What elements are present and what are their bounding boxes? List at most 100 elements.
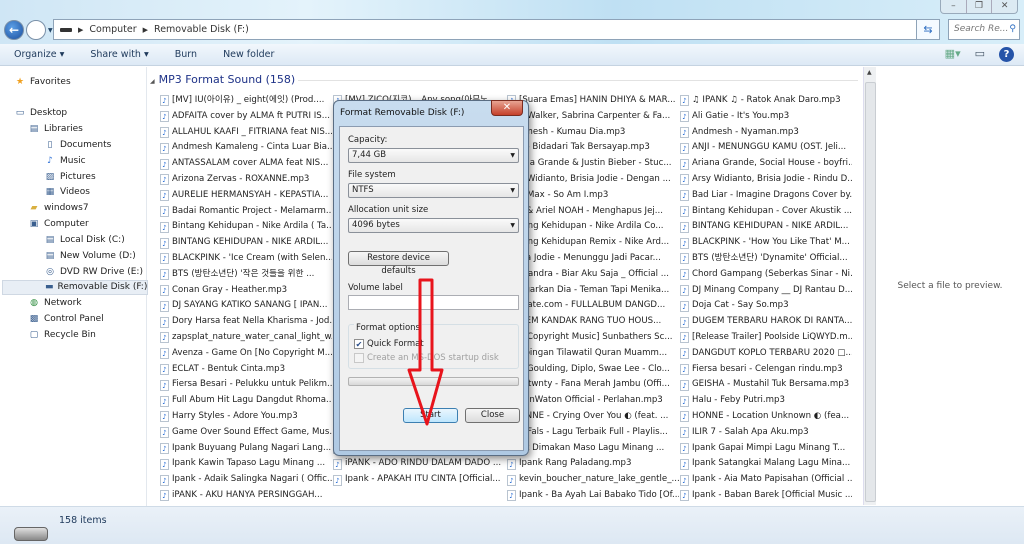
new-folder-button[interactable]: New folder	[223, 49, 274, 60]
file-item[interactable]: ♪ Full Abum Hit Lagu Dangdut Rhoma...	[160, 393, 332, 409]
file-item[interactable]: ♪nk Dimakan Maso Lagu Minang ...	[507, 441, 679, 457]
start-button[interactable]: Start	[403, 408, 458, 423]
file-item[interactable]: ♪dmesh - Kumau Dia.mp3	[507, 125, 679, 141]
maximize-button[interactable]: ❐	[965, 0, 992, 13]
file-item[interactable]: ♪ Ipank - Aia Mato Papisahan (Official ..…	[680, 472, 852, 488]
sidebar-item-recycle-bin[interactable]: ▢ Recycle Bin	[28, 328, 96, 343]
file-item[interactable]: ♪ Avenza - Game On [No Copyright M...	[160, 346, 332, 362]
back-button[interactable]: ←	[4, 20, 24, 40]
file-item[interactable]: ♪yonWaton Official - Perlahan.mp3	[507, 393, 679, 409]
sidebar-item-documents[interactable]: ▯ Documents	[44, 138, 112, 153]
file-item[interactable]: ♪ Arsy Widianto, Brisia Jodie - Rindu D..…	[680, 172, 852, 188]
sidebar-item-local-disk-c[interactable]: ▤ Local Disk (C:)	[44, 233, 125, 248]
file-item[interactable]: ♪ Ipank - Ba Ayah Lai Babako Tido [Of...	[507, 488, 679, 504]
sidebar-item-libraries[interactable]: ▤ Libraries	[28, 122, 83, 137]
breadcrumb-computer[interactable]: Computer	[89, 24, 136, 35]
file-item[interactable]: ♪ HONNE - Location Unknown ◐ (fea...	[680, 409, 852, 425]
file-item[interactable]: ♪ DANGDUT KOPLO TERBARU 2020 □...	[680, 346, 852, 362]
file-item[interactable]: ♪ Harry Styles - Adore You.mp3	[160, 409, 332, 425]
sidebar-item-favorites[interactable]: ★ Favorites	[14, 75, 71, 90]
file-system-select[interactable]: NTFS	[348, 183, 519, 198]
file-item[interactable]: ♪y Widianto, Brisia Jodie - Dengan ...	[507, 172, 679, 188]
file-item[interactable]: ♪ Badai Romantic Project - Melamarm...	[160, 204, 332, 220]
sidebar-item-network[interactable]: ◍ Network	[28, 296, 82, 311]
file-item[interactable]: ♪ BINTANG KEHIDUPAN - NIKE ARDIL...	[680, 219, 852, 235]
file-item[interactable]: ♪ Andmesh - Nyaman.mp3	[680, 125, 852, 141]
view-options-icon[interactable]: ▦▾	[945, 47, 961, 62]
sidebar-item-new-volume-d[interactable]: ▤ New Volume (D:)	[44, 249, 136, 264]
file-item[interactable]: ♪ ALLAHUL KAAFI _ FITRIANA feat NIS...	[160, 125, 332, 141]
sidebar-item-windows7[interactable]: ▰ windows7	[28, 201, 89, 216]
file-item[interactable]: ♪ BINTANG KEHIDUPAN - NIKE ARDIL...	[160, 235, 332, 251]
file-item[interactable]: ♪a Max - So Am I.mp3	[507, 188, 679, 204]
dialog-close-button[interactable]: ✕	[491, 100, 523, 116]
file-item[interactable]: ♪ GEISHA - Mustahil Tuk Bersama.mp3	[680, 377, 852, 393]
file-item[interactable]: ♪ Ipank Buyuang Pulang Nagari Lang...	[160, 441, 332, 457]
collapse-icon[interactable]: ◢	[150, 78, 155, 85]
file-item[interactable]: ♪ kevin_boucher_nature_lake_gentle_...	[507, 472, 679, 488]
close-dialog-button[interactable]: Close	[465, 408, 520, 423]
file-item[interactable]: ♪ BLACKPINK - 'How You Like That' M...	[680, 235, 852, 251]
file-item[interactable]: ♪ngarkan Dia - Teman Tapi Menika...	[507, 283, 679, 299]
refresh-button[interactable]: ⇆	[916, 19, 940, 40]
sidebar-item-desktop[interactable]: ▭ Desktop	[14, 106, 67, 121]
file-item[interactable]: ♪ ANJI - MENUNGGU KAMU (OST. Jeli...	[680, 140, 852, 156]
volume-label-input[interactable]	[348, 295, 519, 310]
file-item[interactable]: ♪ Conan Gray - Heather.mp3	[160, 283, 332, 299]
file-item[interactable]: ♪ DJ SAYANG KATIKO SANANG [ IPAN...	[160, 298, 332, 314]
file-item[interactable]: ♪ ANTASSALAM cover ALMA feat NIS...	[160, 156, 332, 172]
forward-button[interactable]	[26, 20, 46, 40]
file-item[interactable]: ♪ DJ Minang Company __ DJ Rantau D...	[680, 283, 852, 299]
scroll-up-icon[interactable]: ▲	[867, 69, 872, 76]
file-item[interactable]: ♪ Andmesh Kamaleng - Cinta Luar Bia...	[160, 140, 332, 156]
file-item[interactable]: ♪mate.com - FULLALBUM DANGD...	[507, 298, 679, 314]
file-item[interactable]: ♪ Ipank Gapai Mimpi Lagu Minang T...	[680, 441, 852, 457]
file-item[interactable]: ♪ Ipank Kawin Tapaso Lagu Minang ...	[160, 456, 332, 472]
file-item[interactable]: ♪ONNE - Crying Over You ◐ (feat. ...	[507, 409, 679, 425]
file-item[interactable]: ♪tang Kehidupan Remix - Nike Ard...	[507, 235, 679, 251]
file-item[interactable]: ♪n Fals - Lagu Terbaik Full - Playlis...	[507, 425, 679, 441]
sidebar-item-music[interactable]: ♪ Music	[44, 154, 85, 169]
file-item[interactable]: ♪ ILIR 7 - Salah Apa Aku.mp3	[680, 425, 852, 441]
file-item[interactable]: ♪ji - Bidadari Tak Bersayap.mp3	[507, 140, 679, 156]
file-item[interactable]: ♪ Ipank - Baban Barek [Official Music ...	[680, 488, 852, 504]
file-item[interactable]: ♪ ♫ IPANK ♫ - Ratok Anak Daro.mp3	[680, 93, 852, 109]
breadcrumb-current[interactable]: Removable Disk (F:)	[154, 24, 249, 35]
file-item[interactable]: ♪ssandra - Biar Aku Saja _ Official ...	[507, 267, 679, 283]
file-item[interactable]: ♪ BTS (방탄소년단) '작은 것들을 위한 ...	[160, 267, 332, 283]
file-item[interactable]: ♪ Bintang Kehidupan - Cover Akustik ...	[680, 204, 852, 220]
file-item[interactable]: ♪ Dory Harsa feat Nella Kharisma - Jod...	[160, 314, 332, 330]
file-item[interactable]: ♪ Halu - Feby Putri.mp3	[680, 393, 852, 409]
file-item[interactable]: ♪GEM KANDAK RANG TUO HOUS...	[507, 314, 679, 330]
sidebar-item-dvd-rw-drive-e[interactable]: ◎ DVD RW Drive (E:)	[44, 265, 143, 280]
file-item[interactable]: ♪ana Grande & Justin Bieber - Stuc...	[507, 156, 679, 172]
file-item[interactable]: ♪ Chord Gampang (Seberkas Sinar - Ni...	[680, 267, 852, 283]
file-item[interactable]: ♪ DUGEM TERBARU HAROK DI RANTA...	[680, 314, 852, 330]
file-item[interactable]: ♪o Copyright Music] Sunbathers Sc...	[507, 330, 679, 346]
share-with-button[interactable]: Share with ▾	[90, 49, 148, 60]
file-item[interactable]: ♪nbingan Tilawatil Quran Muamm...	[507, 346, 679, 362]
file-item[interactable]: ♪ Ipank - Adaik Salingka Nagari ( Offic..…	[160, 472, 332, 488]
file-item[interactable]: ♪ Bintang Kehidupan - Nike Ardila ( Ta...	[160, 219, 332, 235]
allocation-size-select[interactable]: 4096 bytes	[348, 218, 519, 233]
preview-pane-icon[interactable]: ▭	[975, 47, 985, 62]
file-item[interactable]: ♪ Ipank - APAKAH ITU CINTA [Official...	[333, 472, 505, 488]
file-item[interactable]: ♪ Bad Liar - Imagine Dragons Cover by...	[680, 188, 852, 204]
file-item[interactable]: ♪ Ariana Grande, Social House - boyfri...	[680, 156, 852, 172]
sidebar-item-control-panel[interactable]: ▩ Control Panel	[28, 312, 104, 327]
minimize-button[interactable]: –	[941, 0, 966, 13]
file-item[interactable]: ♪tang Kehidupan - Nike Ardila Co...	[507, 219, 679, 235]
file-item[interactable]: ♪L & Ariel NOAH - Menghapus Jej...	[507, 204, 679, 220]
group-header[interactable]: ◢ MP3 Format Sound (158)	[150, 73, 858, 86]
burn-button[interactable]: Burn	[175, 49, 197, 60]
checkmark-icon[interactable]: ✔	[354, 339, 364, 349]
sidebar-item-computer[interactable]: ▣ Computer	[28, 217, 89, 232]
file-item[interactable]: ♪ ECLAT - Bentuk Cinta.mp3	[160, 362, 332, 378]
file-item[interactable]: ♪ Ali Gatie - It's You.mp3	[680, 109, 852, 125]
address-bar[interactable]: ▶ Computer ▶ Removable Disk (F:)	[53, 19, 933, 40]
search-icon[interactable]: ⚲	[1009, 20, 1016, 39]
file-item[interactable]: ♪ Ipank Satangkai Malang Lagu Mina...	[680, 456, 852, 472]
help-icon[interactable]: ?	[999, 47, 1014, 62]
sidebar-item-removable-disk-f[interactable]: ▬ Removable Disk (F:)	[2, 280, 148, 295]
file-item[interactable]: ♪ Doja Cat - Say So.mp3	[680, 298, 852, 314]
